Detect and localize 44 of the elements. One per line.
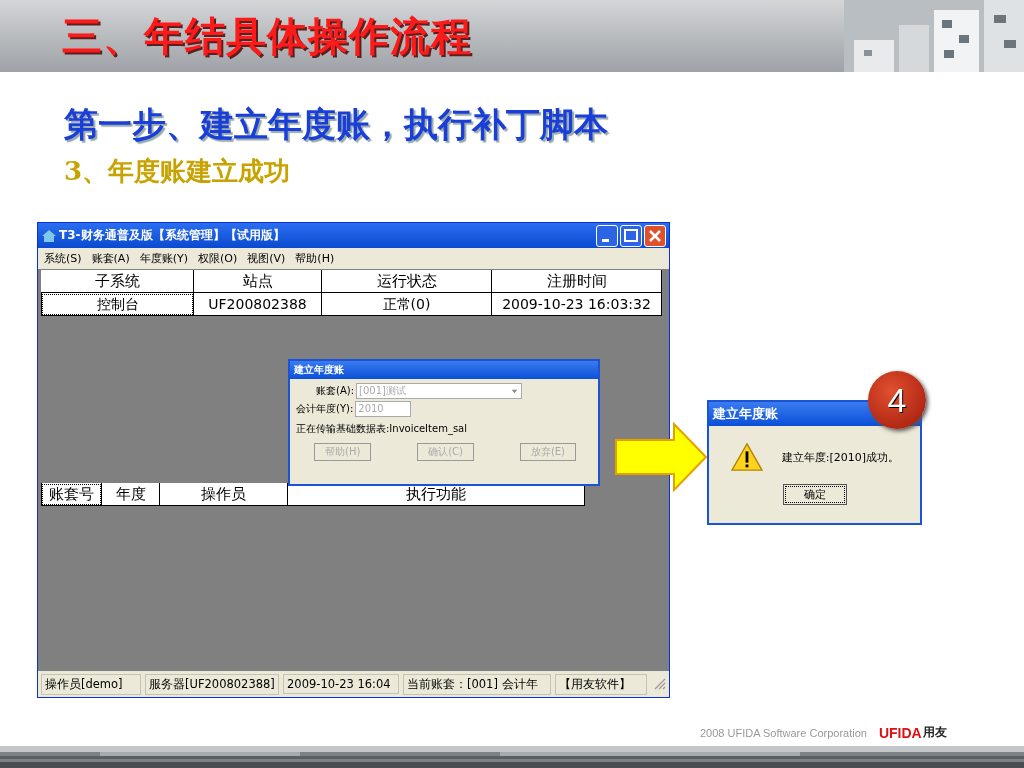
minimize-button[interactable] — [596, 224, 618, 247]
column-header[interactable]: 账套号 — [41, 483, 102, 506]
status-panel: 【用友软件】 — [555, 673, 647, 695]
menu-item[interactable]: 视图(V) — [247, 251, 286, 266]
house-icon — [41, 227, 57, 244]
column-header[interactable]: 子系统 — [41, 270, 194, 293]
field-label: 会计年度(Y): — [296, 402, 354, 416]
status-panel: 操作员[demo] — [41, 673, 141, 695]
menu-item[interactable]: 系统(S) — [44, 251, 82, 266]
step-badge: 4 — [868, 371, 926, 429]
status-panel: 2009-10-23 16:04 — [283, 674, 399, 694]
menu-item[interactable]: 年度账(Y) — [139, 251, 188, 266]
substep-heading: 3、年度账建立成功 — [64, 155, 292, 188]
progress-message: 正在传输基础数据表:InvoiceItem_sal — [296, 422, 468, 436]
close-button[interactable] — [644, 224, 666, 247]
column-header[interactable]: 年度 — [102, 483, 160, 506]
column-header[interactable]: 注册时间 — [492, 270, 662, 293]
ok-button[interactable]: 确定 — [782, 484, 847, 505]
table-cell: 2009-10-23 16:03:32 — [492, 293, 662, 316]
field-label: 账套(A): — [316, 384, 354, 398]
status-panel: 当前账套：[001] 会计年 — [403, 673, 551, 695]
table-cell: 正常(0) — [322, 293, 492, 316]
slide-title: 三、年结具体操作流程 — [62, 11, 472, 61]
dialog-message: 建立年度:[2010]成功。 — [781, 449, 900, 465]
column-header[interactable]: 操作员 — [160, 483, 288, 506]
column-header[interactable]: 站点 — [194, 270, 322, 293]
brand-logo: 用友 — [922, 724, 947, 741]
resize-grip-icon — [654, 678, 666, 690]
table-cell: 控制台 — [41, 293, 194, 316]
warning-icon — [729, 442, 764, 472]
window-title: T3-财务通普及版【系统管理】【试用版】 — [59, 227, 286, 244]
dialog-title: 建立年度账 — [290, 361, 598, 379]
copyright-text: 2008 UFIDA Software Corporation — [700, 726, 867, 739]
maximize-button[interactable] — [620, 224, 642, 247]
status-panel: 服务器[UF200802388] — [145, 673, 279, 695]
menu-item[interactable]: 权限(O) — [198, 251, 238, 266]
minimize-icon — [602, 238, 609, 242]
menu-item[interactable]: 账套(A) — [91, 251, 130, 266]
column-header[interactable]: 运行状态 — [322, 270, 492, 293]
step-heading: 第一步、建立年度账，执行补丁脚本 — [64, 103, 609, 146]
menu-item[interactable]: 帮助(H) — [295, 251, 335, 266]
table-cell: UF200802388 — [194, 293, 322, 316]
brand-logo: UFIDA — [878, 724, 922, 741]
arrow-icon — [614, 422, 708, 492]
